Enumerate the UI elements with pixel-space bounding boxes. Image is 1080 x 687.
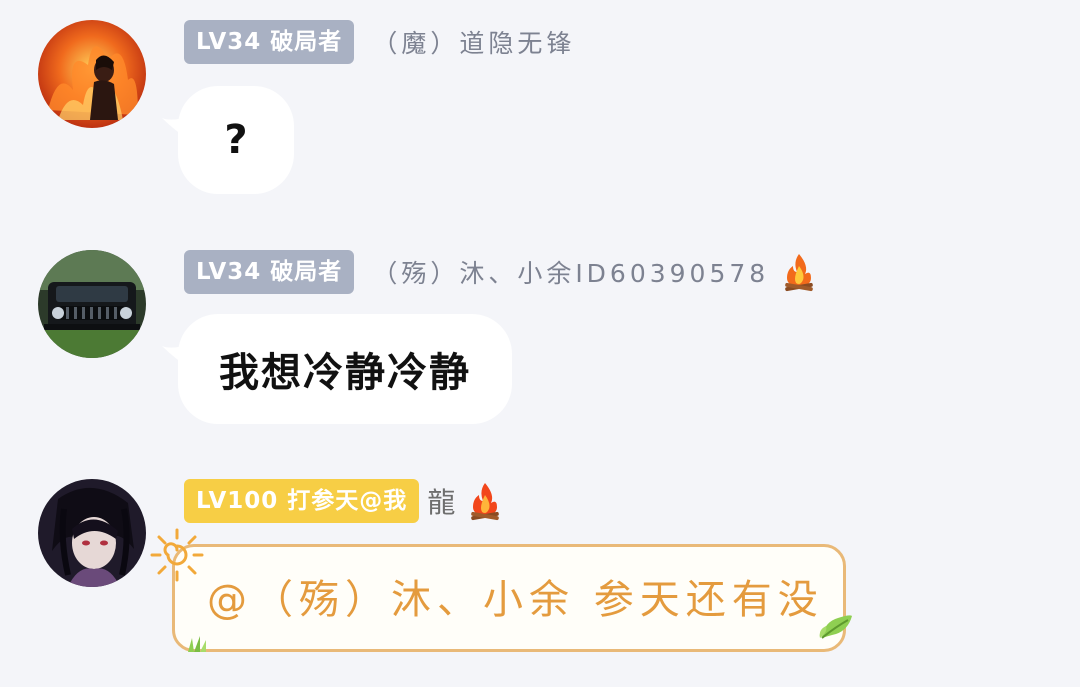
level-badge: LV34 破局者 [184, 20, 355, 64]
message-bubble[interactable]: ? [162, 86, 294, 194]
fire-warrior-avatar-icon [38, 20, 146, 128]
message-header: LV34 破局者 （魔）道隐无锋 [184, 20, 575, 64]
message-bubble[interactable]: 我想冷静冷静 [162, 314, 512, 424]
sender-name[interactable]: （魔）道隐无锋 [372, 24, 575, 60]
avatar[interactable] [38, 250, 146, 358]
message-text: @（殇）沐、小余 参天还有没 [207, 577, 824, 623]
jeep-car-avatar-icon [38, 250, 146, 358]
level-badge: LV100 打参天@我 [184, 479, 420, 523]
anime-character-avatar-icon [38, 479, 146, 587]
level-badge: LV34 破局者 [184, 250, 355, 294]
sender-name[interactable]: （殇）沐、小余ID60390578 [372, 254, 769, 290]
grass-icon [186, 634, 212, 652]
message-header: LV34 破局者 （殇）沐、小余ID60390578 [184, 250, 817, 294]
message-header: LV100 打参天@我 龍 [184, 479, 503, 523]
avatar[interactable] [38, 479, 146, 587]
campfire-icon [781, 252, 817, 292]
chat-message-list: LV34 破局者 （魔）道隐无锋 ? LV34 破局者 （殇）沐、小余ID603… [0, 0, 1080, 687]
avatar[interactable] [38, 20, 146, 128]
campfire-icon [467, 481, 503, 521]
leaf-icon [818, 612, 854, 640]
message-bubble-themed[interactable]: @（殇）沐、小余 参天还有没 [172, 544, 846, 652]
sun-icon [148, 526, 206, 584]
message-text: ? [224, 117, 248, 163]
message-text: 我想冷静冷静 [219, 350, 471, 396]
sender-name[interactable]: 龍 [427, 481, 455, 521]
